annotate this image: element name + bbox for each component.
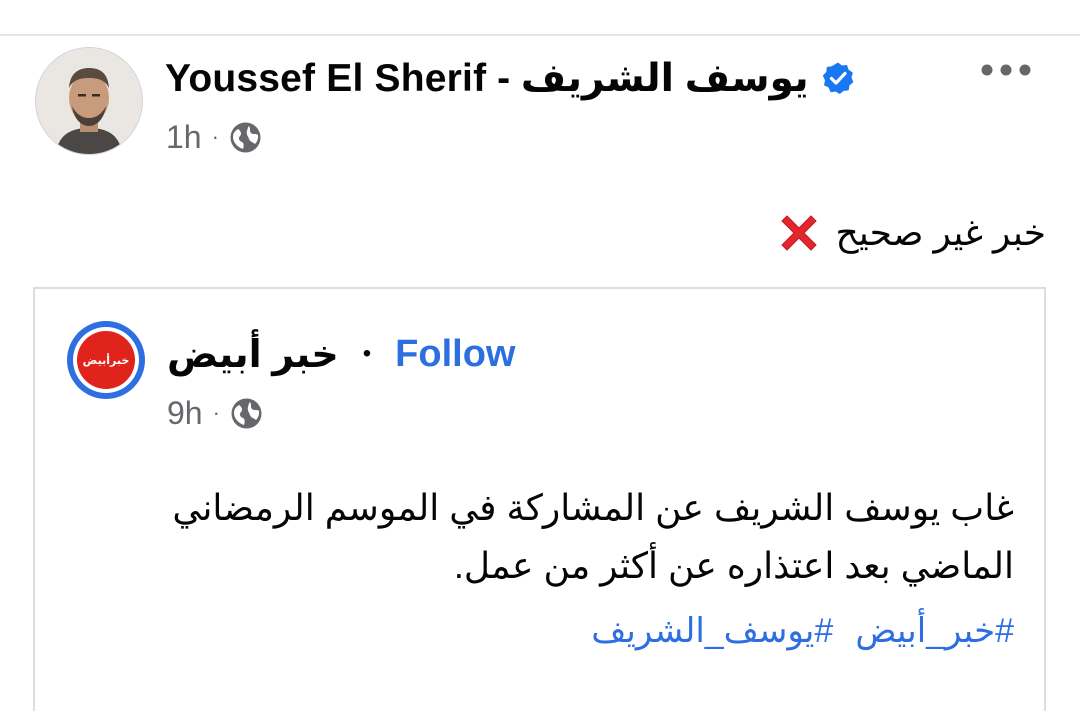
- hashtag-link[interactable]: #يوسف_الشريف: [591, 611, 833, 651]
- top-strip: [0, 0, 1080, 34]
- hashtag-list: #خبر_أبيض #يوسف_الشريف: [591, 611, 1014, 651]
- page-row: خبر أبيض • Follow: [167, 329, 515, 379]
- author-avatar[interactable]: [35, 47, 143, 155]
- page-avatar[interactable]: خبرأبيض: [67, 321, 145, 399]
- meta-separator: ·: [211, 124, 219, 149]
- globe-icon[interactable]: [229, 121, 262, 154]
- author-row: يوسف الشريف - Youssef El Sherif: [165, 52, 855, 104]
- follow-button[interactable]: Follow: [395, 333, 515, 376]
- page-name[interactable]: خبر أبيض: [167, 332, 339, 377]
- meta-separator: ·: [212, 400, 220, 425]
- page-avatar-text: خبرأبيض: [82, 354, 130, 367]
- verified-badge-icon: [821, 61, 855, 95]
- globe-icon[interactable]: [230, 397, 263, 430]
- facebook-post-page: يوسف الشريف - Youssef El Sherif 1h · خبر…: [0, 0, 1080, 711]
- more-horizontal-icon: [981, 64, 1031, 76]
- post-text: خبر غير صحيح: [776, 206, 1046, 260]
- hashtag-link[interactable]: #خبر_أبيض: [855, 611, 1014, 651]
- shared-post-time[interactable]: 9h: [167, 395, 203, 432]
- red-cross-mark-icon: [776, 210, 822, 256]
- page-avatar-logo: خبرأبيض: [77, 331, 135, 389]
- post-time[interactable]: 1h: [166, 119, 202, 156]
- shared-post-text: غاب يوسف الشريف عن المشاركة في الموسم ال…: [172, 487, 1014, 586]
- author-name[interactable]: يوسف الشريف - Youssef El Sherif: [165, 56, 809, 101]
- author-avatar-image: [36, 48, 142, 154]
- shared-post-card[interactable]: خبرأبيض خبر أبيض • Follow 9h · غاب يوسف …: [33, 287, 1046, 711]
- post-text-content: خبر غير صحيح: [835, 212, 1046, 253]
- more-options-button[interactable]: [978, 52, 1034, 88]
- top-divider: [0, 34, 1080, 36]
- page-separator: •: [362, 340, 372, 367]
- post-meta: 1h ·: [166, 117, 262, 157]
- shared-post-meta: 9h ·: [167, 393, 263, 433]
